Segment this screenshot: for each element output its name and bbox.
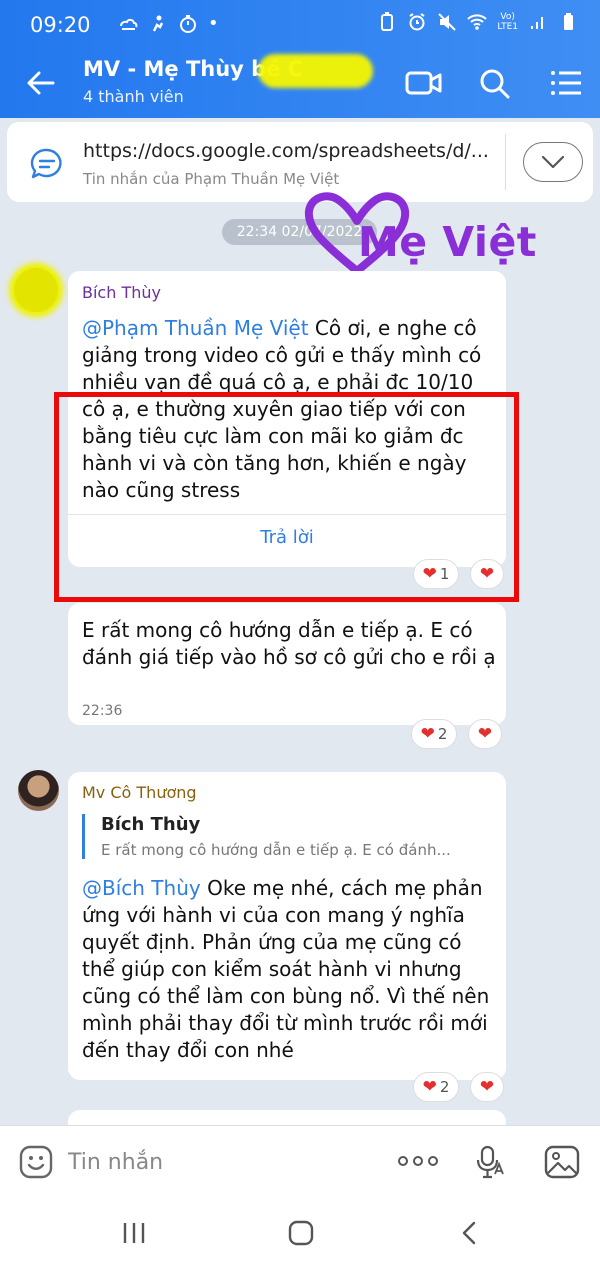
back-arrow-icon[interactable] [24,66,58,100]
message-time: 22:36 [82,703,123,719]
battery-icon [564,13,573,30]
status-notification-icons: • [118,14,219,34]
volte-label: Vo) [500,12,515,22]
emoji-icon[interactable] [18,1144,54,1180]
network-label: Vo) LTE1 [497,12,518,32]
video-call-icon[interactable] [404,64,444,102]
sender-name[interactable]: Mv Cô Thương [82,783,197,802]
react-button[interactable]: ❤ [468,719,502,749]
quoted-sender: Bích Thùy [101,814,201,835]
quoted-text: E rất mong cô hướng dẫn e tiếp ạ. E có đ… [101,841,451,859]
more-options-icon[interactable] [397,1151,439,1171]
image-icon[interactable] [543,1143,581,1181]
avatar[interactable] [18,770,59,811]
menu-icon[interactable] [546,64,586,102]
wifi-icon [467,14,488,30]
status-time: 09:20 [30,13,91,37]
heart-icon: ❤ [420,723,435,744]
avatar[interactable] [14,268,58,312]
message-input[interactable]: Tin nhắn [68,1150,163,1175]
reaction-count: 2 [437,725,448,743]
reaction-count: 2 [439,1078,450,1096]
person-walk-icon [152,15,164,32]
app-header: 09:20 • Vo) LTE1 MV - Mẹ Thùy bé C 4 thà… [0,0,600,118]
cloud-sync-icon [120,18,138,30]
message-bubble[interactable]: E rất mong cô hướng dẫn e tiếp ạ. E có đ… [68,603,506,725]
chevron-down-icon [541,155,565,169]
search-icon[interactable] [474,64,514,102]
pinned-sender-note: Tin nhắn của Phạm Thuần Mẹ Việt [83,170,340,188]
voice-to-text-icon[interactable] [474,1144,506,1180]
highlight-box [54,392,519,602]
status-system-icons: Vo) LTE1 [377,12,578,32]
watermark-logo: Mẹ Việt [358,218,537,266]
heart-icon: ❤ [479,1076,495,1097]
battery-saver-icon [381,12,394,31]
status-bar: 09:20 • Vo) LTE1 [0,0,600,50]
reaction-summary[interactable]: ❤ 2 [413,1072,459,1102]
lte-label: LTE1 [497,22,518,32]
timer-icon [180,15,196,33]
message-bubble[interactable]: Mv Cô Thương Bích Thùy E rất mong cô hướ… [68,772,506,1080]
react-button[interactable]: ❤ [470,1072,504,1102]
pinned-message[interactable]: https://docs.google.com/spreadsheets/d/.… [7,122,593,202]
home-icon[interactable] [286,1218,316,1248]
chat-header: MV - Mẹ Thùy bé C 4 thành viên [0,50,600,118]
message-text: E rất mong cô hướng dẫn e tiếp ạ. E có đ… [82,618,496,669]
mention-link[interactable]: @Phạm Thuần Mẹ Việt [82,316,309,340]
recent-apps-icon[interactable] [119,1218,149,1248]
heart-icon: ❤ [422,1076,437,1097]
system-nav-bar [0,1198,600,1267]
expand-pinned-button[interactable] [523,142,583,182]
message-body: Oke mẹ nhé, cách mẹ phản ứng với hành vi… [82,876,490,1062]
censor-highlight [258,54,373,88]
quoted-message[interactable]: Bích Thùy E rất mong cô hướng dẫn e tiếp… [82,814,492,859]
mention-link[interactable]: @Bích Thùy [82,876,201,900]
chat-bubble-icon [30,148,62,179]
sender-name[interactable]: Bích Thùy [82,283,161,302]
signal-icon [531,17,543,29]
member-count[interactable]: 4 thành viên [83,87,184,106]
back-nav-icon[interactable] [455,1218,485,1248]
message-input-bar: Tin nhắn [0,1125,600,1198]
pinned-link[interactable]: https://docs.google.com/spreadsheets/d/.… [83,140,489,162]
message-text: @Bích Thùy Oke mẹ nhé, cách mẹ phản ứng … [82,875,500,1064]
mute-icon [438,13,457,31]
alarm-icon [409,13,425,31]
status-dot: • [208,13,219,34]
heart-icon: ❤ [477,723,493,744]
divider [505,134,506,190]
reaction-summary[interactable]: ❤ 2 [411,719,457,749]
